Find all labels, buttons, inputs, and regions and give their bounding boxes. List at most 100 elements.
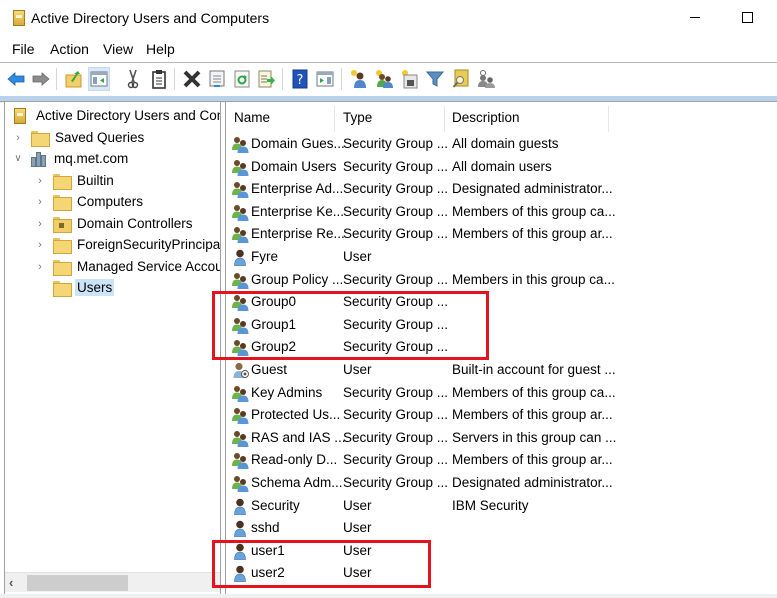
forward-arrow-icon	[32, 72, 50, 86]
table-row[interactable]: Group0 Security Group ...	[226, 291, 777, 314]
tree-item-users[interactable]: Users	[53, 277, 115, 298]
cell-name: RAS and IAS ...	[251, 429, 346, 445]
table-row[interactable]: Group1 Security Group ...	[226, 314, 777, 337]
table-row[interactable]: Protected Us... Security Group ... Members…	[226, 404, 777, 427]
create-user-button[interactable]	[348, 67, 370, 91]
table-row[interactable]: Group2 Security Group ...	[226, 336, 777, 359]
cell-type: User	[343, 565, 372, 581]
help-button[interactable]: ?	[289, 67, 311, 91]
table-row[interactable]: RAS and IAS ... Security Group ... Servers…	[226, 427, 777, 450]
user-icon	[232, 565, 250, 583]
cell-type: User	[343, 520, 372, 536]
table-row[interactable]: user1 User	[226, 540, 777, 563]
refresh-button[interactable]	[231, 67, 253, 91]
cell-name: Schema Adm...	[251, 475, 343, 490]
column-divider[interactable]	[334, 106, 335, 132]
cell-name: Group1	[251, 316, 297, 332]
table-row[interactable]: Enterprise Ke... Security Group ... Member…	[226, 201, 777, 224]
cell-description: All domain users	[452, 158, 552, 174]
cell-type: Security Group ...	[343, 339, 449, 355]
find-button[interactable]	[450, 67, 472, 91]
scroll-right-arrow-icon[interactable]: ›	[212, 575, 216, 590]
table-row[interactable]: Domain Gues... Security Group ... All doma…	[226, 133, 777, 156]
chevron-right-icon[interactable]: ›	[13, 132, 23, 144]
up-one-level-button[interactable]	[63, 67, 85, 91]
tree-item-computers[interactable]: › Computers	[35, 191, 145, 212]
chevron-right-icon[interactable]: ›	[35, 261, 45, 273]
chevron-right-icon[interactable]: ›	[35, 196, 45, 208]
column-header-name[interactable]: Name	[234, 110, 270, 130]
cell-type: Security Group ...	[343, 384, 449, 400]
table-row[interactable]: Enterprise Ad... Security Group ... Design…	[226, 178, 777, 201]
table-row[interactable]: Key Admins Security Group ... Members of t…	[226, 382, 777, 405]
tree-item-domain-controllers[interactable]: › Domain Controllers	[35, 213, 195, 234]
table-row[interactable]: Read-only D... Security Group ... Members …	[226, 449, 777, 472]
add-to-group-icon	[478, 70, 495, 88]
table-row[interactable]: Schema Adm... Security Group ... Designate…	[226, 472, 777, 495]
chevron-right-icon[interactable]: ›	[35, 218, 45, 230]
add-to-group-button[interactable]	[475, 67, 497, 91]
tree-item-managed-service-accounts[interactable]: › Managed Service Accounts	[35, 256, 220, 277]
table-row[interactable]: Fyre User	[226, 246, 777, 269]
cell-type: Security Group ...	[343, 452, 449, 468]
column-header-description[interactable]: Description	[452, 110, 520, 130]
export-list-button[interactable]	[256, 67, 278, 91]
chevron-right-icon[interactable]: ›	[35, 239, 45, 251]
tree-item-saved-queries[interactable]: › Saved Queries	[13, 127, 146, 148]
paste-button[interactable]	[148, 67, 170, 91]
tree-horizontal-scrollbar[interactable]: ‹ ›	[5, 572, 220, 592]
cell-name: Enterprise Re...	[251, 226, 345, 242]
menu-action[interactable]: Action	[50, 41, 89, 57]
folder-icon	[53, 237, 72, 254]
column-divider[interactable]	[608, 106, 609, 132]
delete-button[interactable]	[181, 67, 203, 91]
tree-item-label: ForeignSecurityPrincipals	[77, 237, 221, 252]
maximize-button[interactable]	[728, 6, 768, 30]
tree-root[interactable]: Active Directory Users and Computers	[14, 105, 220, 126]
table-row[interactable]: Group Policy ... Security Group ... Member…	[226, 269, 777, 292]
scroll-left-arrow-icon[interactable]: ‹	[9, 575, 13, 590]
filter-button[interactable]	[424, 67, 446, 91]
column-header-type[interactable]: Type	[343, 110, 372, 130]
create-ou-button[interactable]	[399, 67, 421, 91]
menu-file[interactable]: File	[12, 41, 35, 57]
toolbar: ?	[0, 62, 777, 96]
delete-icon	[183, 70, 201, 88]
menu-help[interactable]: Help	[146, 41, 175, 57]
column-divider[interactable]	[444, 106, 445, 132]
minimize-button[interactable]	[675, 6, 715, 30]
security-group-icon	[232, 136, 250, 153]
tree-item-label: mq.met.com	[54, 151, 129, 166]
tree-item-domain[interactable]: ∨ mq.met.com	[13, 148, 130, 169]
tree-item-label: Computers	[77, 194, 144, 209]
new-group-icon	[376, 70, 393, 88]
scrollbar-thumb[interactable]	[27, 575, 128, 591]
tree-item-foreign-security-principals[interactable]: › ForeignSecurityPrincipals	[35, 234, 221, 255]
table-row[interactable]: sshd User	[226, 517, 777, 540]
cell-description: Members of this group ar...	[452, 226, 613, 242]
table-row[interactable]: user2 User	[226, 562, 777, 585]
details-list: Name Type Description Domain Gues... Secu…	[225, 102, 777, 598]
cell-type: Security Group ...	[343, 203, 449, 219]
table-row[interactable]: Domain Users Security Group ... All domain…	[226, 156, 777, 179]
cut-button[interactable]	[122, 67, 144, 91]
cell-type: User	[343, 542, 372, 558]
show-console-tree-icon	[90, 71, 108, 87]
chevron-right-icon[interactable]: ›	[35, 175, 45, 187]
show-hide-console-tree-button[interactable]	[88, 67, 110, 91]
toolbar-separator	[282, 68, 283, 90]
back-button[interactable]	[5, 67, 27, 91]
show-hide-action-pane-button[interactable]	[314, 67, 336, 91]
chevron-down-icon[interactable]: ∨	[13, 153, 23, 164]
table-row[interactable]: Security User IBM Security	[226, 495, 777, 518]
table-row[interactable]: Enterprise Re... Security Group ... Member…	[226, 223, 777, 246]
tree-item-builtin[interactable]: › Builtin	[35, 170, 116, 191]
cell-name: user1	[251, 542, 285, 558]
toolbar-separator	[56, 68, 57, 90]
create-group-button[interactable]	[373, 67, 395, 91]
menu-view[interactable]: View	[103, 41, 133, 57]
table-row[interactable]: Guest User Built-in account for guest ...	[226, 359, 777, 382]
filter-icon	[426, 71, 444, 87]
properties-button[interactable]	[206, 67, 228, 91]
forward-button[interactable]	[30, 67, 52, 91]
